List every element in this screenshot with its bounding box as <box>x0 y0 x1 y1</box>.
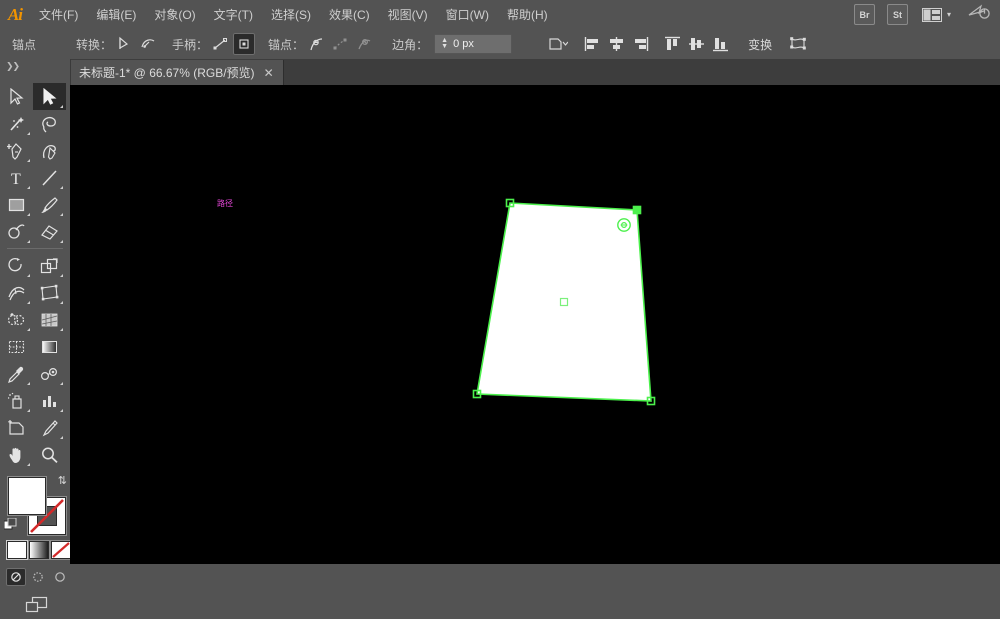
color-controls: ⇅ <box>0 472 70 613</box>
align-center-vertical-icon[interactable] <box>685 33 707 55</box>
draw-normal-mode[interactable] <box>6 568 26 586</box>
tool-magic-wand[interactable] <box>0 110 33 137</box>
menu-edit[interactable]: 编辑(E) <box>87 0 145 29</box>
tool-curvature[interactable] <box>33 137 66 164</box>
anchor-label: 锚点： <box>268 37 305 52</box>
align-top-icon[interactable] <box>661 33 683 55</box>
tools-grid: T <box>0 83 70 468</box>
tool-eraser[interactable] <box>33 218 66 245</box>
tool-shaper[interactable] <box>0 218 33 245</box>
connect-anchors-icon[interactable] <box>329 33 351 55</box>
document-tab-bar: 未标题-1* @ 66.67% (RGB/预览) ✕ <box>70 59 1000 86</box>
draw-mode-buttons <box>6 568 70 586</box>
menu-type[interactable]: 文字(T) <box>205 0 262 29</box>
tool-width[interactable] <box>0 279 33 306</box>
document-tab-title: 未标题-1* @ 66.67% (RGB/预览) <box>79 66 255 80</box>
convert-label: 转换： <box>76 37 113 52</box>
artwork-layer <box>472 198 656 406</box>
control-bar-context-label: 锚点 <box>12 37 37 52</box>
tool-scale[interactable] <box>33 252 66 279</box>
isolate-selected-object-icon[interactable] <box>547 33 569 55</box>
change-screen-mode[interactable] <box>25 596 49 619</box>
cut-path-at-anchor-icon[interactable] <box>353 33 375 55</box>
stock-button[interactable]: St <box>886 4 908 25</box>
corner-radius-value: 0 px <box>453 38 474 50</box>
hide-handles-icon[interactable] <box>233 33 256 55</box>
tool-mesh[interactable] <box>0 333 33 360</box>
draw-behind-mode[interactable] <box>28 568 48 586</box>
tool-direct-selection[interactable] <box>33 83 66 110</box>
corner-radius-field[interactable]: ▲ ▼ 0 px <box>434 34 513 54</box>
tool-column-graph[interactable] <box>33 387 66 414</box>
menu-file[interactable]: 文件(F) <box>30 0 87 29</box>
tool-line-segment[interactable] <box>33 164 66 191</box>
remove-anchor-icon[interactable] <box>305 33 327 55</box>
draw-inside-mode[interactable] <box>50 568 70 586</box>
menu-bar: Ai 文件(F) 编辑(E) 对象(O) 文字(T) 选择(S) 效果(C) 视… <box>0 0 1000 30</box>
show-handles-icon[interactable] <box>209 33 231 55</box>
tools-panel-collapse-icon[interactable]: ❯❯ <box>0 59 70 73</box>
tool-rectangle[interactable] <box>0 191 33 218</box>
close-icon[interactable]: ✕ <box>264 67 274 79</box>
menu-view[interactable]: 视图(V) <box>379 0 437 29</box>
menu-window[interactable]: 窗口(W) <box>437 0 498 29</box>
chevron-down-icon[interactable]: ▾ <box>947 10 951 19</box>
tool-eyedropper[interactable] <box>0 360 33 387</box>
handles-label: 手柄： <box>172 37 209 52</box>
menu-select[interactable]: 选择(S) <box>262 0 320 29</box>
corner-radius-stepper[interactable]: ▲ ▼ <box>439 35 450 53</box>
tool-free-transform[interactable] <box>33 279 66 306</box>
illustrator-window: Ai 文件(F) 编辑(E) 对象(O) 文字(T) 选择(S) 效果(C) 视… <box>0 0 1000 613</box>
tool-pen[interactable] <box>0 137 33 164</box>
tool-gradient[interactable] <box>33 333 66 360</box>
tool-blend[interactable] <box>33 360 66 387</box>
convert-to-smooth-icon[interactable] <box>137 33 159 55</box>
align-left-icon[interactable] <box>581 33 603 55</box>
gradient-swatch-mode[interactable] <box>30 542 48 558</box>
align-right-icon[interactable] <box>629 33 651 55</box>
color-swatch-mode[interactable] <box>8 542 26 558</box>
transform-button[interactable]: 变换 <box>742 34 778 55</box>
workspace-layout-icon[interactable] <box>921 7 943 23</box>
search-icon[interactable] <box>968 4 990 25</box>
menu-effect[interactable]: 效果(C) <box>320 0 379 29</box>
tool-selection[interactable] <box>0 83 33 110</box>
tool-shape-builder[interactable] <box>0 306 33 333</box>
tool-paintbrush[interactable] <box>33 191 66 218</box>
svg-text:T: T <box>11 171 21 187</box>
swap-fill-stroke-icon[interactable]: ⇅ <box>58 474 67 487</box>
menu-bar-right-group: Br St ▾ <box>849 4 1000 25</box>
menu-help[interactable]: 帮助(H) <box>498 0 557 29</box>
tools-panel: ❯❯ T ⇅ <box>0 59 71 613</box>
convert-to-corner-icon[interactable] <box>113 33 135 55</box>
stepper-down-icon[interactable]: ▼ <box>441 43 448 50</box>
tool-zoom[interactable] <box>33 441 66 468</box>
tool-perspective-grid[interactable] <box>33 306 66 333</box>
align-center-horizontal-icon[interactable] <box>605 33 627 55</box>
document-tab[interactable]: 未标题-1* @ 66.67% (RGB/预览) ✕ <box>70 60 284 85</box>
none-swatch-mode[interactable] <box>52 542 70 558</box>
control-bar: 锚点 转换： 手柄： 锚点： 边角： ▲ ▼ 0 px 变换 <box>0 29 1000 60</box>
tool-slice[interactable] <box>33 414 66 441</box>
tool-symbol-sprayer[interactable] <box>0 387 33 414</box>
color-mode-buttons <box>8 542 70 558</box>
default-fill-stroke-icon[interactable] <box>4 518 17 531</box>
tool-type[interactable]: T <box>0 164 33 191</box>
document-canvas[interactable]: 路径 <box>70 85 1000 564</box>
align-bottom-icon[interactable] <box>709 33 731 55</box>
menu-object[interactable]: 对象(O) <box>145 0 204 29</box>
anchor-top-right[interactable] <box>632 205 642 215</box>
app-logo-icon: Ai <box>7 4 23 24</box>
envelope-distort-icon[interactable] <box>787 33 809 55</box>
tool-hand[interactable] <box>0 441 33 468</box>
tool-rotate[interactable] <box>0 252 33 279</box>
tool-lasso[interactable] <box>33 110 66 137</box>
fill-swatch[interactable] <box>9 478 45 514</box>
selected-path-shape[interactable] <box>476 202 652 402</box>
corner-label: 边角： <box>392 37 429 52</box>
tool-artboard[interactable] <box>0 414 33 441</box>
bridge-button[interactable]: Br <box>853 4 875 25</box>
